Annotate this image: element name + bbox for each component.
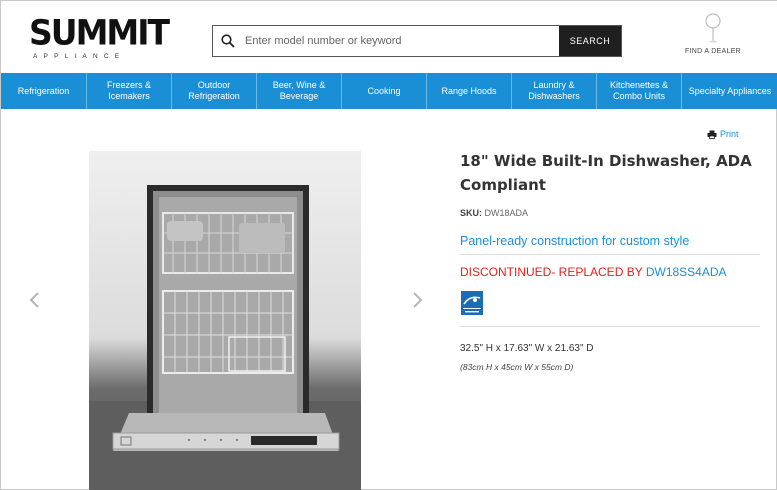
chevron-left-icon[interactable] (25, 290, 45, 310)
search-icon (213, 26, 243, 56)
nav-label: Beer, Wine & (272, 80, 326, 90)
search-input[interactable] (243, 26, 559, 56)
logo-wordmark: SUMMIT (29, 12, 170, 53)
divider (460, 326, 760, 327)
product-sku: SKU: DW18ADA (460, 208, 528, 218)
discontinued-notice: DISCONTINUED- REPLACED BY DW18SS4ADA (460, 265, 727, 279)
nav-label: Refrigeration (17, 85, 70, 96)
nav-label: Specialty Appliances (688, 85, 772, 96)
print-link[interactable]: Print (707, 129, 739, 139)
find-dealer-label: FIND A DEALER (684, 48, 742, 55)
product-tagline: Panel-ready construction for custom styl… (460, 234, 690, 248)
nav-item-refrigeration[interactable]: Refrigeration (1, 73, 87, 109)
energy-star-icon (461, 291, 483, 315)
category-nav: Refrigeration Freezers & Icemakers Outdoo… (1, 73, 777, 109)
product-dimensions: 32.5" H x 17.63" W x 21.63" D (460, 343, 594, 354)
map-pin-icon (705, 13, 721, 43)
summit-logo[interactable]: SUMMIT APPLIANCE (29, 14, 170, 61)
search-button[interactable]: SEARCH (559, 26, 621, 56)
site-header: SUMMIT APPLIANCE SEARCH FIND A DEALER (1, 1, 777, 73)
product-image (89, 151, 361, 490)
nav-item-kitchenettes[interactable]: Kitchenettes & Combo Units (597, 73, 682, 109)
sku-value: DW18ADA (484, 208, 529, 218)
find-dealer-link[interactable]: FIND A DEALER (681, 13, 745, 63)
nav-label-2: Refrigeration (188, 91, 240, 101)
nav-item-beer-wine[interactable]: Beer, Wine & Beverage (257, 73, 342, 109)
nav-item-cooking[interactable]: Cooking (342, 73, 427, 109)
print-label: Print (720, 129, 739, 139)
nav-item-range-hoods[interactable]: Range Hoods (427, 73, 512, 109)
nav-label: Kitchenettes & (609, 80, 669, 90)
nav-label-2: Icemakers (108, 91, 150, 101)
logo-subtitle: APPLIANCE (33, 53, 126, 60)
product-title: 18" Wide Built-In Dishwasher, ADA Compli… (460, 152, 752, 194)
nav-label-2: Beverage (279, 91, 319, 101)
nav-item-freezers[interactable]: Freezers & Icemakers (87, 73, 172, 109)
nav-label: Laundry & (533, 80, 575, 90)
product-dimensions-metric: (83cm H x 45cm W x 55cm D) (460, 362, 574, 372)
nav-label: Range Hoods (441, 85, 497, 96)
nav-label: Outdoor (197, 80, 231, 90)
nav-label: Freezers & (106, 80, 151, 90)
nav-label-2: Combo Units (612, 91, 666, 101)
discontinued-label: DISCONTINUED- REPLACED BY (460, 265, 643, 279)
replacement-model-link[interactable]: DW18SS4ADA (646, 265, 727, 279)
divider (460, 254, 760, 255)
search-bar: SEARCH (212, 25, 622, 57)
nav-item-specialty-appliances[interactable]: Specialty Appliances (682, 73, 777, 109)
sku-label: SKU: (460, 208, 482, 218)
printer-icon (707, 130, 717, 139)
nav-item-laundry-dishwashers[interactable]: Laundry & Dishwashers (512, 73, 597, 109)
nav-label-2: Dishwashers (528, 91, 580, 101)
chevron-right-icon[interactable] (407, 290, 427, 310)
dishwasher-illustration (89, 185, 361, 490)
nav-item-outdoor-refrigeration[interactable]: Outdoor Refrigeration (172, 73, 257, 109)
nav-label: Cooking (367, 85, 401, 96)
